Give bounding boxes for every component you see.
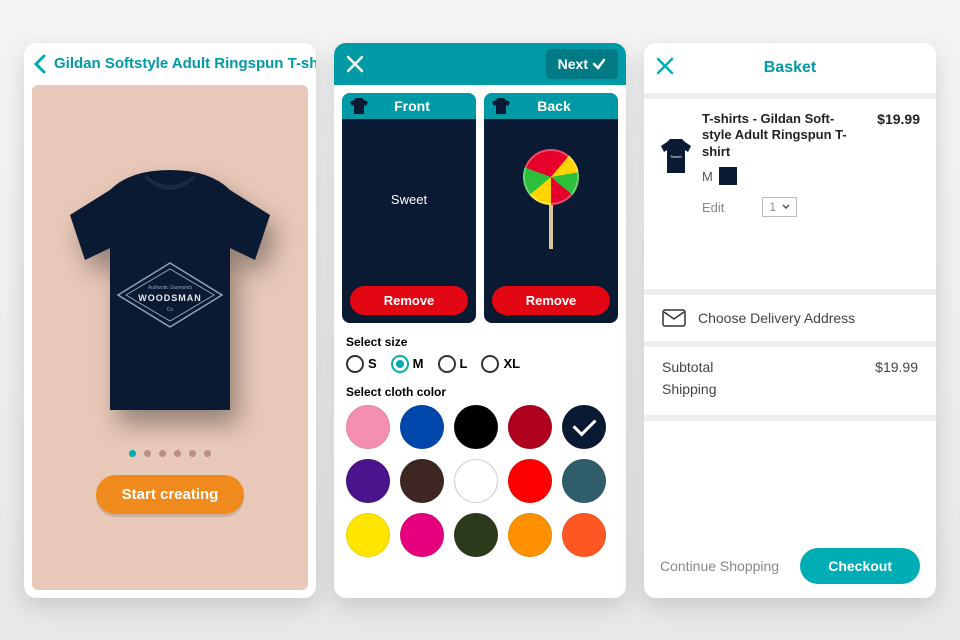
quantity-select[interactable]: 1 (762, 197, 797, 217)
panel-header: Back (484, 93, 618, 119)
color-swatch[interactable] (562, 513, 606, 557)
next-label: Next (558, 56, 588, 72)
back-icon[interactable] (32, 53, 48, 75)
dot[interactable] (144, 450, 151, 457)
header: Next (334, 43, 626, 85)
variant-color-swatch (719, 167, 737, 185)
color-swatch[interactable] (454, 513, 498, 557)
radio-icon (438, 355, 456, 373)
delivery-address-row[interactable]: Choose Delivery Address (644, 295, 936, 341)
carousel-dots[interactable] (129, 450, 211, 457)
divider (644, 415, 936, 421)
color-swatch[interactable] (562, 405, 606, 449)
color-swatch[interactable] (562, 459, 606, 503)
size-options: S M L XL (334, 355, 626, 381)
dot[interactable] (189, 450, 196, 457)
basket-footer: Continue Shopping Checkout (644, 534, 936, 598)
cart-item: Sweet T-shirts - Gildan Soft-style Adult… (644, 99, 936, 289)
color-swatch[interactable] (346, 405, 390, 449)
cart-item-info: T-shirts - Gildan Soft-style Adult Rings… (702, 111, 867, 277)
start-creating-button[interactable]: Start creating (96, 475, 245, 514)
basket-screen: Basket Sweet T-shirts - Gildan Soft-styl… (644, 43, 936, 598)
color-swatch[interactable] (346, 459, 390, 503)
color-swatch[interactable] (400, 513, 444, 557)
color-swatches (334, 405, 626, 567)
shipping-row: Shipping (662, 381, 918, 397)
radio-icon (346, 355, 364, 373)
subtotal-row: Subtotal $19.99 (662, 359, 918, 375)
header: Gildan Softstyle Adult Ringspun T-shirt (24, 43, 316, 85)
size-xl[interactable]: XL (481, 355, 520, 373)
remove-front-button[interactable]: Remove (350, 286, 468, 315)
svg-text:WOODSMAN: WOODSMAN (138, 293, 202, 303)
header: Basket (644, 43, 936, 93)
svg-text:Authentic Garments: Authentic Garments (147, 285, 193, 291)
size-l[interactable]: L (438, 355, 468, 373)
front-title: Front (356, 98, 468, 114)
dot[interactable] (159, 450, 166, 457)
color-swatch[interactable] (346, 513, 390, 557)
size-label: Select size (334, 331, 626, 355)
svg-text:Sweet: Sweet (670, 154, 682, 159)
design-panels: Front Sweet Remove Back Remove (334, 85, 626, 331)
lollipop-icon (523, 149, 579, 249)
delivery-label: Choose Delivery Address (698, 310, 855, 326)
back-panel[interactable]: Back Remove (484, 93, 618, 323)
svg-text:Co: Co (167, 307, 174, 313)
front-text: Sweet (391, 192, 427, 207)
cart-thumbnail[interactable]: Sweet (660, 137, 692, 175)
color-swatch[interactable] (400, 405, 444, 449)
dot[interactable] (174, 450, 181, 457)
radio-icon (391, 355, 409, 373)
mail-icon (662, 309, 686, 327)
subtotal-label: Subtotal (662, 359, 713, 375)
size-s[interactable]: S (346, 355, 377, 373)
color-swatch[interactable] (454, 459, 498, 503)
cart-item-name: T-shirts - Gildan Soft-style Adult Rings… (702, 111, 852, 162)
color-swatch[interactable] (508, 513, 552, 557)
panel-header: Front (342, 93, 476, 119)
dot[interactable] (129, 450, 136, 457)
next-button[interactable]: Next (546, 49, 618, 79)
customize-screen: Next Front Sweet Remove Back (334, 43, 626, 598)
variant-size: M (702, 169, 713, 184)
color-swatch[interactable] (508, 405, 552, 449)
product-canvas: Authentic Garments WOODSMAN Co Start cre… (32, 85, 308, 590)
tshirt-preview[interactable]: Authentic Garments WOODSMAN Co (60, 160, 280, 420)
color-swatch[interactable] (508, 459, 552, 503)
chevron-down-icon (782, 204, 790, 210)
front-panel[interactable]: Front Sweet Remove (342, 93, 476, 323)
close-icon[interactable] (342, 51, 368, 77)
color-swatch[interactable] (454, 405, 498, 449)
color-label: Select cloth color (334, 381, 626, 405)
shipping-label: Shipping (662, 381, 717, 397)
product-screen: Gildan Softstyle Adult Ringspun T-shirt … (24, 43, 316, 598)
checkout-button[interactable]: Checkout (800, 548, 920, 584)
size-m[interactable]: M (391, 355, 424, 373)
back-title: Back (498, 98, 610, 114)
check-icon (592, 57, 606, 71)
cart-variant: M (702, 167, 867, 185)
color-swatch[interactable] (400, 459, 444, 503)
subtotal-value: $19.99 (875, 359, 918, 375)
continue-shopping-link[interactable]: Continue Shopping (660, 558, 788, 574)
radio-icon (481, 355, 499, 373)
totals: Subtotal $19.99 Shipping (644, 347, 936, 415)
cart-item-price: $19.99 (877, 111, 920, 277)
front-design[interactable]: Sweet (342, 119, 476, 280)
remove-back-button[interactable]: Remove (492, 286, 610, 315)
back-design[interactable] (484, 119, 618, 280)
edit-link[interactable]: Edit (702, 200, 724, 215)
page-title: Gildan Softstyle Adult Ringspun T-shirt (54, 55, 316, 72)
basket-title: Basket (654, 59, 926, 77)
cart-edit-row: Edit 1 (702, 197, 867, 217)
dot[interactable] (204, 450, 211, 457)
